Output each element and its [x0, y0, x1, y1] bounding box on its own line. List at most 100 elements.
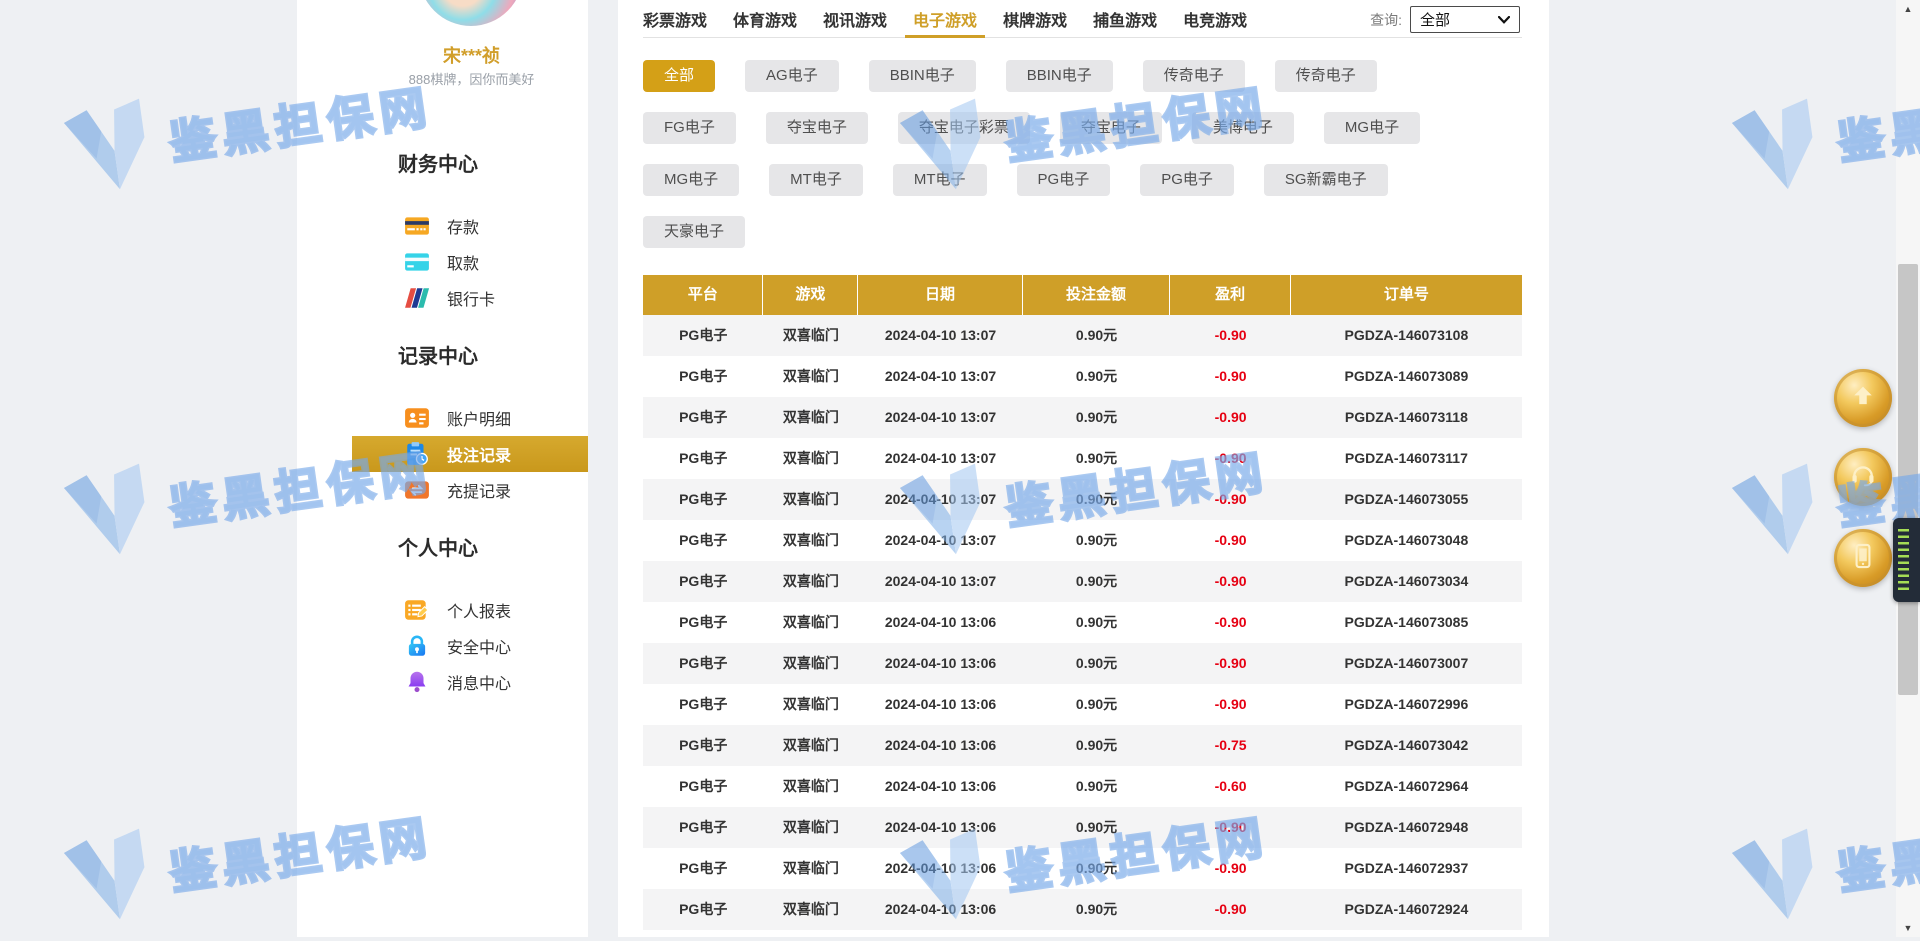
- game-cell: 双喜临门: [763, 643, 858, 684]
- profit-cell: -0.90: [1170, 643, 1290, 684]
- side-contact-widget[interactable]: [1893, 518, 1920, 602]
- filter-传奇电子[interactable]: 传奇电子: [1275, 60, 1377, 92]
- sidebar-item-账户明细[interactable]: 账户明细: [352, 400, 588, 436]
- sidebar-item-充提记录[interactable]: 充提记录: [352, 472, 588, 508]
- column-header-平台: 平台: [643, 275, 763, 315]
- bet-amount-cell: 0.90元: [1023, 561, 1171, 602]
- date-cell: 2024-04-10 13:06: [858, 725, 1022, 766]
- sidebar-item-个人报表[interactable]: 个人报表: [352, 592, 588, 628]
- game-cell: 双喜临门: [763, 561, 858, 602]
- profit-cell: -0.75: [1170, 725, 1290, 766]
- scrollbar-thumb[interactable]: [1898, 264, 1918, 695]
- order-no-cell: PGDZA-146073048: [1291, 520, 1522, 561]
- filter-传奇电子[interactable]: 传奇电子: [1143, 60, 1245, 92]
- sidebar-item-存款[interactable]: 存款: [352, 208, 588, 244]
- tab-捕鱼游戏[interactable]: 捕鱼游戏: [1093, 0, 1157, 37]
- platform-cell: PG电子: [643, 889, 763, 930]
- page-scrollbar[interactable]: ▲ ▼: [1896, 0, 1920, 937]
- scroll-down-arrow-icon[interactable]: ▼: [1896, 923, 1920, 933]
- filter-BBIN电子[interactable]: BBIN电子: [1006, 60, 1113, 92]
- filter-MT电子[interactable]: MT电子: [893, 164, 987, 196]
- sidebar-item-label: 充提记录: [447, 478, 511, 502]
- order-no-cell: PGDZA-146072964: [1291, 766, 1522, 807]
- sidebar-item-消息中心[interactable]: 消息中心: [352, 664, 588, 700]
- tab-体育游戏[interactable]: 体育游戏: [733, 0, 797, 37]
- filter-MG电子[interactable]: MG电子: [643, 164, 739, 196]
- profit-cell: -0.90: [1170, 315, 1290, 356]
- tab-视讯游戏[interactable]: 视讯游戏: [823, 0, 887, 37]
- order-no-cell: PGDZA-146073118: [1291, 397, 1522, 438]
- filter-SG新霸电子[interactable]: SG新霸电子: [1264, 164, 1388, 196]
- sidebar-item-安全中心[interactable]: 安全中心: [352, 628, 588, 664]
- game-cell: 双喜临门: [763, 397, 858, 438]
- filter-美博电子[interactable]: 美博电子: [1192, 112, 1294, 144]
- shield-logo-icon: [1714, 88, 1833, 212]
- order-no-cell: PGDZA-146073034: [1291, 561, 1522, 602]
- filter-BBIN电子[interactable]: BBIN电子: [869, 60, 976, 92]
- customer-service-button[interactable]: [1834, 448, 1892, 506]
- filter-天豪电子[interactable]: 天豪电子: [643, 216, 745, 248]
- table-row: PG电子双喜临门2024-04-10 13:070.90元-0.90PGDZA-…: [643, 520, 1522, 561]
- profit-cell: -0.90: [1170, 397, 1290, 438]
- table-row: PG电子双喜临门2024-04-10 13:060.90元-0.90PGDZA-…: [643, 848, 1522, 889]
- section-title: 个人中心: [297, 534, 588, 564]
- section-title: 记录中心: [297, 342, 588, 372]
- back-to-top-button[interactable]: [1834, 369, 1892, 427]
- game-cell: 双喜临门: [763, 602, 858, 643]
- table-row: PG电子双喜临门2024-04-10 13:060.90元-0.75PGDZA-…: [643, 725, 1522, 766]
- query-label: 查询:: [1370, 10, 1402, 30]
- profit-cell: -0.90: [1170, 807, 1290, 848]
- filter-FG电子[interactable]: FG电子: [643, 112, 736, 144]
- filter-全部[interactable]: 全部: [643, 60, 715, 92]
- filter-夺宝电子[interactable]: 夺宝电子: [1060, 112, 1162, 144]
- profit-cell: -0.90: [1170, 479, 1290, 520]
- chevron-down-icon: [1498, 11, 1510, 29]
- mobile-app-button[interactable]: [1834, 529, 1892, 587]
- platform-cell: PG电子: [643, 397, 763, 438]
- bet-amount-cell: 0.90元: [1023, 643, 1171, 684]
- sidebar-item-银行卡[interactable]: 银行卡: [352, 280, 588, 316]
- main-content: 彩票游戏体育游戏视讯游戏电子游戏棋牌游戏捕鱼游戏电竞游戏 查询: 全部 全部 AG…: [618, 0, 1549, 937]
- filter-夺宝电子[interactable]: 夺宝电子: [766, 112, 868, 144]
- scroll-up-arrow-icon[interactable]: ▲: [1896, 4, 1920, 14]
- filter-row: MG电子 MT电子 MT电子 PG电子 PG电子 SG新霸电子: [643, 164, 1533, 196]
- platform-cell: PG电子: [643, 807, 763, 848]
- filter-PG电子[interactable]: PG电子: [1140, 164, 1234, 196]
- date-cell: 2024-04-10 13:07: [858, 397, 1022, 438]
- filter-MT电子[interactable]: MT电子: [769, 164, 863, 196]
- filter-PG电子[interactable]: PG电子: [1017, 164, 1111, 196]
- bet-amount-cell: 0.90元: [1023, 315, 1171, 356]
- sidebar-item-投注记录[interactable]: 投注记录: [352, 436, 588, 472]
- order-no-cell: PGDZA-146073085: [1291, 602, 1522, 643]
- table-row: PG电子双喜临门2024-04-10 13:070.90元-0.90PGDZA-…: [643, 479, 1522, 520]
- sidebar-section: 个人中心个人报表安全中心消息中心: [297, 534, 588, 700]
- profit-cell: -0.90: [1170, 561, 1290, 602]
- query-select[interactable]: 全部: [1410, 6, 1520, 33]
- table-header-row: 平台游戏日期投注金额盈利订单号: [643, 275, 1522, 315]
- shield-logo-icon: [46, 88, 165, 212]
- table-row: PG电子双喜临门2024-04-10 13:070.90元-0.90PGDZA-…: [643, 561, 1522, 602]
- game-cell: 双喜临门: [763, 315, 858, 356]
- game-cell: 双喜临门: [763, 684, 858, 725]
- column-header-订单号: 订单号: [1291, 275, 1522, 315]
- filter-夺宝电子彩票[interactable]: 夺宝电子彩票: [898, 112, 1030, 144]
- bank-cards-icon: [404, 285, 430, 311]
- table-row: PG电子双喜临门2024-04-10 13:060.90元-0.90PGDZA-…: [643, 807, 1522, 848]
- tab-彩票游戏[interactable]: 彩票游戏: [643, 0, 707, 37]
- table-row: PG电子双喜临门2024-04-10 13:070.90元-0.90PGDZA-…: [643, 438, 1522, 479]
- sidebar-item-label: 投注记录: [447, 442, 511, 466]
- order-no-cell: PGDZA-146073042: [1291, 725, 1522, 766]
- sidebar-item-取款[interactable]: 取款: [352, 244, 588, 280]
- profit-cell: -0.60: [1170, 766, 1290, 807]
- filter-MG电子[interactable]: MG电子: [1324, 112, 1420, 144]
- tab-电竞游戏[interactable]: 电竞游戏: [1183, 0, 1247, 37]
- game-cell: 双喜临门: [763, 520, 858, 561]
- filter-AG电子[interactable]: AG电子: [745, 60, 839, 92]
- profit-cell: -0.90: [1170, 520, 1290, 561]
- avatar[interactable]: [419, 0, 523, 26]
- platform-cell: PG电子: [643, 602, 763, 643]
- tab-电子游戏[interactable]: 电子游戏: [913, 0, 977, 37]
- tab-棋牌游戏[interactable]: 棋牌游戏: [1003, 0, 1067, 37]
- bet-amount-cell: 0.90元: [1023, 889, 1171, 930]
- bet-amount-cell: 0.90元: [1023, 479, 1171, 520]
